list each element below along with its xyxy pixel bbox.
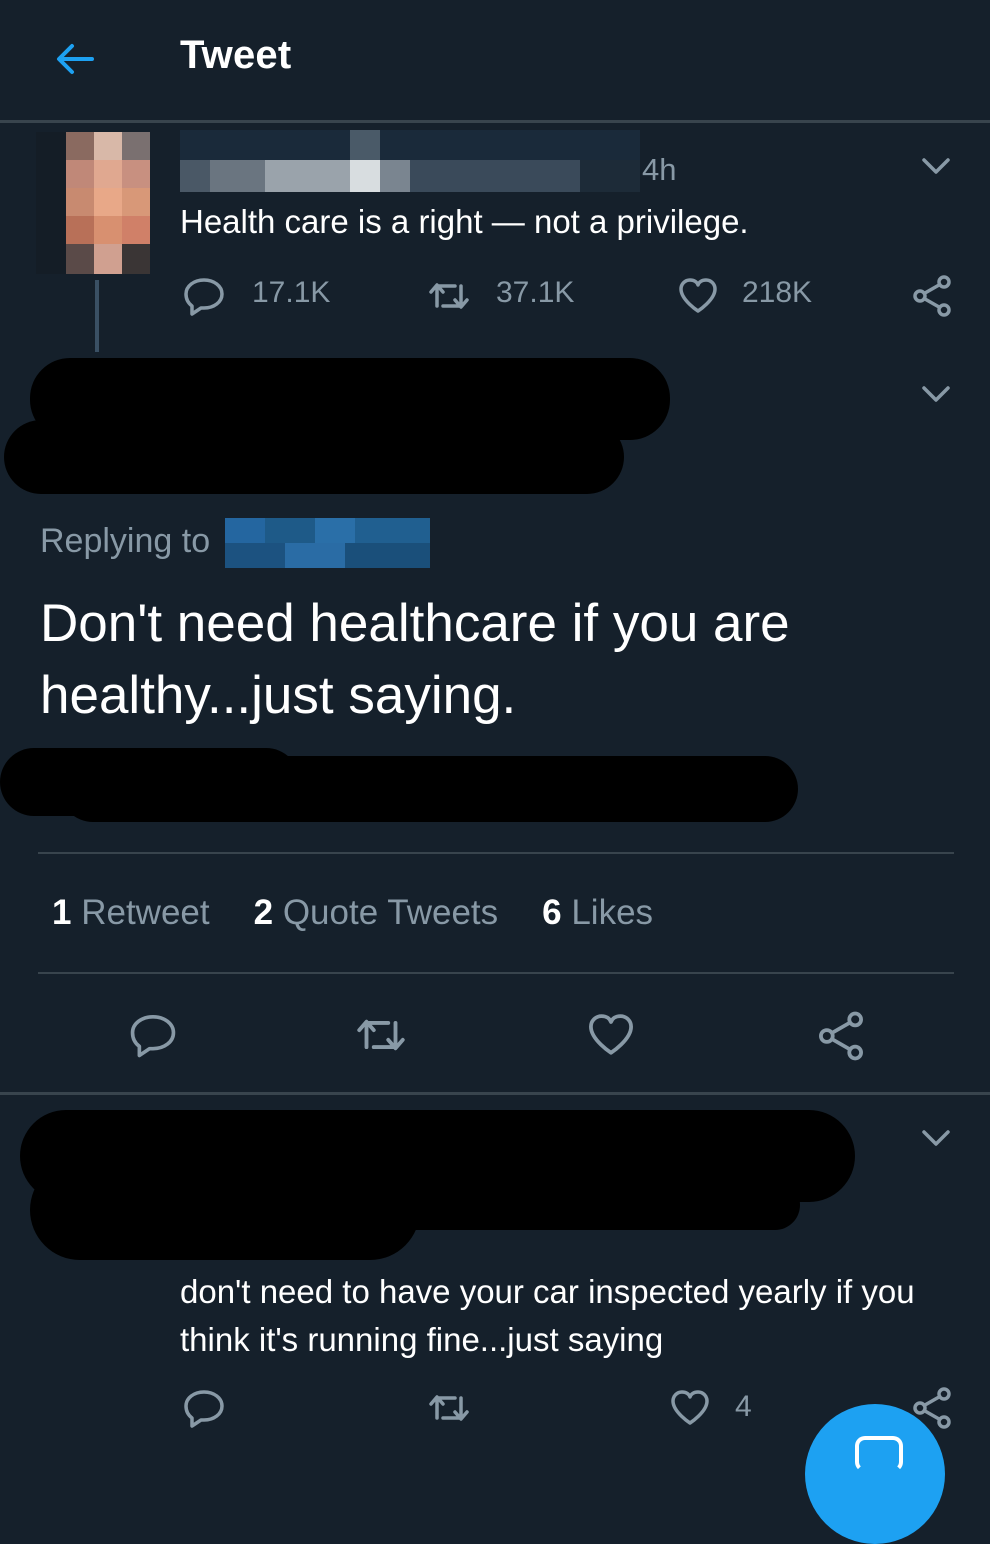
reply-icon[interactable]	[182, 276, 226, 316]
compose-icon	[855, 1436, 903, 1472]
retweet-icon[interactable]	[352, 1010, 410, 1060]
avatar[interactable]	[36, 132, 150, 274]
redacted-author-tail	[470, 440, 620, 488]
replying-to-label: Replying to	[40, 522, 211, 560]
back-arrow-icon[interactable]	[50, 34, 100, 84]
reply-tweet-text: don't need to have your car inspected ye…	[180, 1273, 915, 1358]
likes-stat[interactable]: 6 Likes	[542, 893, 653, 932]
thread-line	[95, 280, 99, 352]
likes-stat-label: Likes	[571, 893, 654, 932]
retweet-icon[interactable]	[425, 1388, 473, 1428]
reply-icon[interactable]	[128, 1010, 178, 1060]
quote-stat-count: 2	[253, 893, 274, 932]
retweet-stat-count: 1	[52, 893, 72, 932]
quote-stat-label: Quote Tweets	[282, 893, 499, 932]
divider	[38, 972, 954, 974]
reply-icon[interactable]	[182, 1388, 226, 1428]
heart-icon[interactable]	[668, 1388, 712, 1428]
chevron-down-icon[interactable]	[918, 378, 954, 408]
divider	[38, 852, 954, 854]
like-count: 4	[735, 1390, 752, 1423]
header-divider	[0, 120, 990, 123]
pixelated-reply-handle[interactable]	[225, 518, 430, 568]
heart-icon[interactable]	[676, 276, 720, 316]
reply-count: 17.1K	[252, 276, 331, 309]
tweet-stats: 1 Retweet 2 Quote Tweets 6 Likes	[52, 893, 697, 933]
share-icon[interactable]	[910, 274, 954, 318]
page-title: Tweet	[180, 33, 292, 77]
like-count: 218K	[742, 276, 813, 309]
quote-stat[interactable]: 2 Quote Tweets	[254, 893, 499, 932]
chevron-down-icon[interactable]	[918, 1122, 954, 1152]
likes-stat-count: 6	[542, 893, 562, 932]
retweet-stat-label: Retweet	[81, 893, 210, 932]
retweet-count: 37.1K	[496, 276, 575, 309]
tweet-timestamp: 4h	[642, 152, 677, 187]
retweet-stat[interactable]: 1 Retweet	[52, 893, 210, 932]
pixelated-username[interactable]	[180, 130, 640, 192]
chevron-down-icon[interactable]	[918, 150, 954, 180]
parent-tweet-text: Health care is a right — not a privilege…	[180, 203, 749, 240]
redacted-reply-author-mid	[300, 1180, 800, 1230]
header-bar: Tweet	[0, 0, 990, 120]
retweet-icon[interactable]	[425, 276, 473, 316]
compose-reply-button[interactable]	[805, 1404, 945, 1544]
redacted-timestamp-main	[60, 756, 798, 822]
share-icon[interactable]	[815, 1010, 867, 1062]
heart-icon[interactable]	[585, 1010, 637, 1060]
divider	[0, 1092, 990, 1095]
main-tweet-text: Don't need healthcare if you are healthy…	[40, 594, 790, 725]
